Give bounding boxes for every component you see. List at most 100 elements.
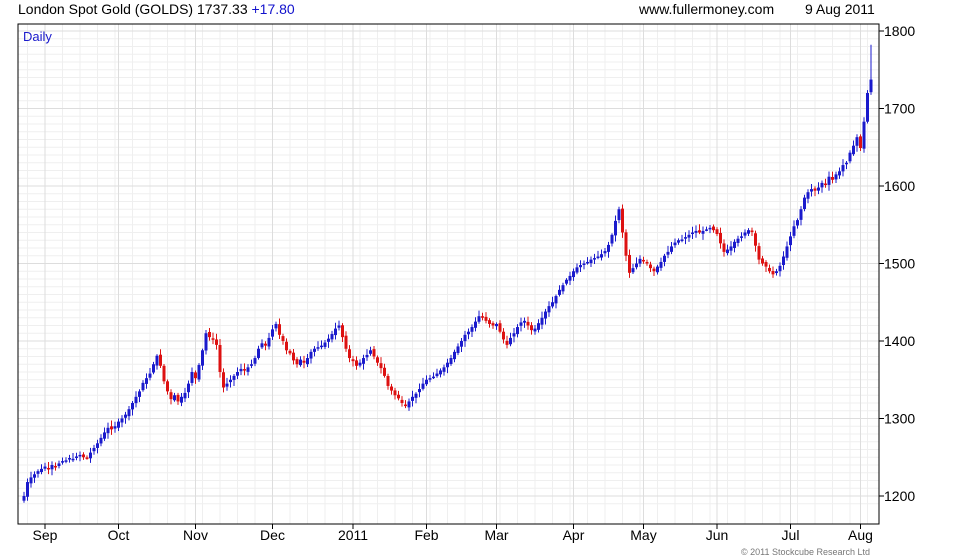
candle-up: [201, 350, 204, 366]
candle-down: [110, 426, 113, 430]
candle-down: [211, 338, 215, 340]
candle-up: [250, 364, 253, 366]
candle-up: [225, 383, 229, 387]
candle-up: [677, 240, 680, 243]
candle-down: [719, 232, 722, 244]
candle-down: [159, 354, 162, 366]
candle-up: [117, 421, 120, 428]
candle-up: [596, 256, 600, 259]
candle-down: [642, 259, 645, 262]
candle-up: [775, 271, 778, 274]
candle-down: [722, 243, 726, 252]
candle-up: [369, 350, 372, 354]
candle-up: [313, 348, 316, 352]
candle-up: [61, 461, 64, 463]
candle-up: [680, 239, 684, 241]
candle-up: [232, 375, 236, 380]
candle-up: [407, 401, 411, 408]
candle-down: [484, 316, 488, 321]
candle-up: [187, 383, 190, 393]
candle-up: [89, 452, 92, 459]
candle-up: [22, 496, 26, 501]
candle-down: [771, 271, 775, 275]
candle-up: [561, 285, 565, 292]
candle-up: [733, 241, 736, 248]
candle-up: [229, 379, 232, 383]
x-tick-label: Mar: [484, 527, 508, 543]
candle-up: [257, 348, 260, 358]
candle-up: [152, 364, 155, 373]
candle-up: [740, 236, 743, 238]
candle-down: [400, 399, 404, 403]
candle-up: [659, 261, 663, 268]
candle-down: [530, 325, 533, 331]
candle-up: [544, 311, 547, 319]
candle-up: [684, 237, 687, 239]
candle-up: [803, 197, 806, 210]
candle-up: [425, 379, 428, 385]
candle-down: [645, 261, 649, 264]
candle-up: [729, 246, 733, 251]
candle-up: [453, 351, 456, 360]
candle-up: [747, 230, 750, 234]
candle-up: [855, 137, 859, 146]
candle-up: [852, 145, 855, 155]
candle-up: [848, 152, 852, 162]
candle-up: [614, 220, 617, 236]
candle-up: [575, 267, 579, 273]
candle-up: [687, 234, 691, 238]
candle-up: [260, 343, 264, 348]
candle-up: [509, 337, 512, 345]
candle-down: [264, 343, 267, 346]
candle-up: [124, 414, 127, 418]
candle-up: [586, 261, 589, 264]
candle-down: [47, 467, 50, 470]
candle-up: [418, 389, 421, 393]
candle-down: [757, 246, 761, 260]
candle-up: [29, 477, 33, 484]
candle-up: [316, 347, 320, 349]
candle-up: [131, 403, 134, 410]
candle-down: [481, 316, 484, 318]
candle-up: [358, 362, 362, 366]
candle-up: [841, 165, 845, 172]
candle-up: [778, 265, 782, 272]
candle-up: [866, 93, 869, 122]
candle-up: [551, 302, 554, 307]
candle-up: [449, 358, 453, 364]
x-tick-label: Dec: [260, 527, 285, 543]
candle-up: [274, 323, 278, 329]
candle-up: [435, 373, 439, 377]
x-tick-label: Feb: [414, 527, 438, 543]
candle-up: [635, 263, 638, 268]
candle-down: [505, 340, 509, 345]
candle-up: [705, 229, 708, 231]
candle-up: [470, 327, 474, 332]
candle-down: [397, 394, 400, 399]
candle-down: [344, 335, 348, 349]
candle-up: [106, 427, 110, 434]
candle-down: [768, 267, 771, 272]
candle-up: [796, 220, 799, 226]
candle-down: [488, 320, 491, 324]
candle-down: [54, 465, 57, 468]
y-tick-label: 1700: [884, 101, 915, 117]
candle-up: [204, 333, 208, 351]
candle-up: [337, 325, 341, 328]
candle-down: [355, 360, 358, 366]
candle-down: [754, 233, 757, 246]
candle-up: [36, 471, 40, 474]
candle-up: [113, 426, 117, 429]
candle-up: [691, 232, 694, 235]
candle-up: [582, 263, 586, 265]
y-tick-label: 1800: [884, 23, 915, 39]
candle-up: [516, 327, 519, 335]
candle-down: [215, 339, 218, 345]
candle-down: [351, 359, 355, 362]
candle-up: [579, 265, 582, 268]
candle-up: [236, 372, 239, 376]
candle-up: [127, 409, 131, 417]
candle-up: [96, 443, 99, 448]
candle-down: [404, 404, 407, 407]
candle-down: [491, 323, 495, 326]
